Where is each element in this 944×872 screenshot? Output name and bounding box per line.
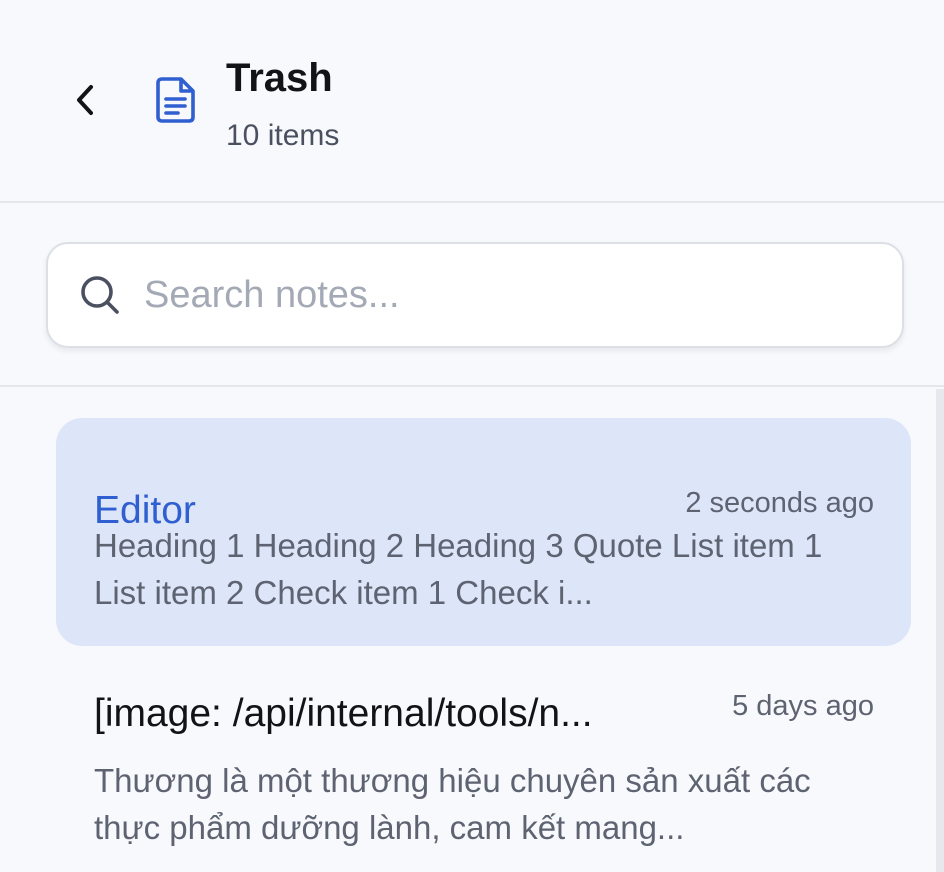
- item-count: 10 items: [226, 119, 340, 152]
- notes-list: Editor 2 seconds ago Heading 1 Heading 2…: [0, 387, 944, 872]
- document-icon: [156, 77, 195, 123]
- note-preview: Thương là một thương hiệu chuyên sản xuấ…: [94, 762, 811, 846]
- page-title: Trash: [226, 56, 333, 100]
- search-icon: [81, 276, 119, 314]
- note-timestamp: 5 days ago: [732, 690, 874, 722]
- chevron-left-icon: [77, 85, 93, 115]
- back-button[interactable]: [60, 74, 112, 126]
- note-item[interactable]: [image: /api/internal/tools/n... 5 days …: [56, 653, 911, 872]
- note-title: [image: /api/internal/tools/n...: [94, 692, 593, 735]
- scrollbar[interactable]: [936, 389, 944, 872]
- search-input[interactable]: [144, 268, 864, 322]
- search-section: [0, 203, 944, 387]
- note-timestamp: 2 seconds ago: [685, 487, 874, 519]
- note-preview: Heading 1 Heading 2 Heading 3 Quote List…: [94, 527, 823, 611]
- search-box[interactable]: [46, 242, 904, 348]
- note-item-selected[interactable]: Editor 2 seconds ago Heading 1 Heading 2…: [56, 418, 911, 646]
- trash-header: Trash 10 items: [0, 0, 944, 203]
